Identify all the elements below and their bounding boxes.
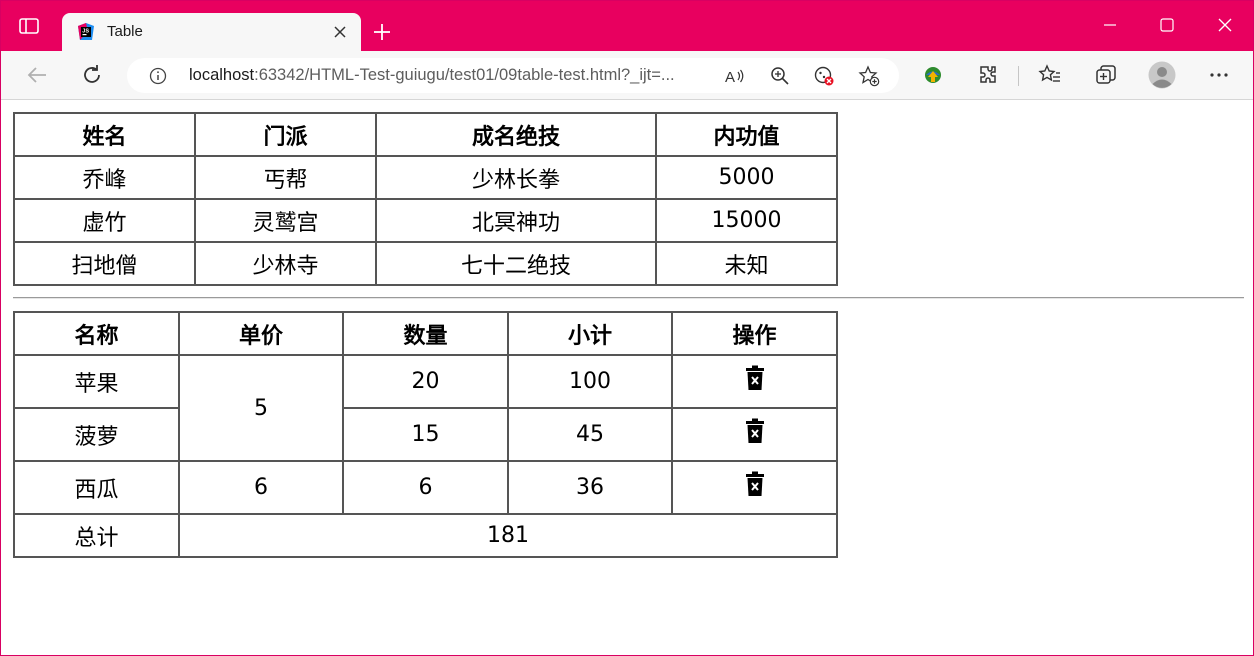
table-cell: 北冥神功 (376, 199, 656, 242)
header-cell: 门派 (195, 113, 376, 156)
delete-cell (672, 408, 837, 461)
table-row: 乔峰 丐帮 少林长拳 5000 (14, 156, 837, 199)
item-quantity: 20 (343, 355, 508, 408)
header-cell: 操作 (672, 312, 837, 355)
header-cell: 数量 (343, 312, 508, 355)
table-row: 苹果 5 20 100 (14, 355, 837, 461)
wuxia-table: 姓名 门派 成名绝技 内功值 乔峰 丐帮 少林长拳 5000 虚竹 灵鹫宫 北冥… (13, 112, 838, 286)
table-cell: 虚竹 (14, 199, 195, 242)
info-icon[interactable] (149, 67, 167, 85)
address-toolbar: localhost:63342/HTML-Test-guiugu/test01/… (1, 51, 1253, 100)
read-aloud-icon[interactable]: A (724, 65, 746, 87)
table-cell: 少林寺 (195, 242, 376, 285)
tracking-prevention-icon[interactable] (813, 65, 835, 87)
table-cell: 未知 (656, 242, 837, 285)
address-bar[interactable]: localhost:63342/HTML-Test-guiugu/test01/… (127, 58, 899, 93)
item-name: 西瓜 (14, 461, 179, 514)
header-cell: 小计 (508, 312, 672, 355)
delete-cell (672, 461, 837, 514)
table-row: 虚竹 灵鹫宫 北冥神功 15000 (14, 199, 837, 242)
header-cell: 成名绝技 (376, 113, 656, 156)
refresh-icon[interactable] (80, 63, 104, 87)
tab-table[interactable]: JS Table (62, 13, 361, 51)
back-icon[interactable] (25, 63, 49, 87)
table-cell: 灵鹫宫 (195, 199, 376, 242)
horizontal-rule (13, 297, 1244, 299)
close-window-icon[interactable] (1217, 17, 1233, 33)
trash-x-icon[interactable] (745, 471, 765, 497)
collections-icon[interactable] (1094, 63, 1118, 87)
toolbar-separator (1018, 66, 1019, 86)
total-row: 总计 181 (14, 514, 837, 557)
svg-text:JS: JS (82, 29, 89, 35)
unit-price-merged: 5 (179, 355, 343, 461)
zoom-icon[interactable] (769, 65, 791, 87)
fruit-cart-table: 名称 单价 数量 小计 操作 苹果 5 20 100 菠萝 15 45 西瓜 6… (13, 311, 838, 558)
table-cell: 少林长拳 (376, 156, 656, 199)
table-cell: 扫地僧 (14, 242, 195, 285)
favorites-icon[interactable] (1038, 63, 1062, 87)
sidebar-toggle-icon[interactable] (19, 18, 39, 34)
table-row: 菠萝 15 45 (14, 408, 837, 461)
minimize-icon[interactable] (1102, 17, 1118, 33)
url-text: localhost:63342/HTML-Test-guiugu/test01/… (189, 66, 675, 84)
profile-avatar-icon[interactable] (1148, 61, 1176, 89)
delete-cell (672, 355, 837, 408)
header-cell: 姓名 (14, 113, 195, 156)
more-menu-icon[interactable] (1207, 63, 1231, 87)
item-subtotal: 36 (508, 461, 672, 514)
table-cell: 七十二绝技 (376, 242, 656, 285)
item-subtotal: 100 (508, 355, 672, 408)
add-favorite-icon[interactable] (858, 65, 880, 87)
page-content: 姓名 门派 成名绝技 内功值 乔峰 丐帮 少林长拳 5000 虚竹 灵鹫宫 北冥… (1, 101, 1253, 655)
item-quantity: 15 (343, 408, 508, 461)
item-name: 苹果 (14, 355, 179, 408)
svg-text:A: A (725, 69, 735, 86)
table-row: 西瓜 6 6 36 (14, 461, 837, 514)
header-cell: 单价 (179, 312, 343, 355)
item-quantity: 6 (343, 461, 508, 514)
table-header-row: 姓名 门派 成名绝技 内功值 (14, 113, 837, 156)
total-label: 总计 (14, 514, 179, 557)
title-bar: JS Table (1, 1, 1253, 51)
trash-x-icon[interactable] (745, 418, 765, 444)
item-subtotal: 45 (508, 408, 672, 461)
trash-x-icon[interactable] (745, 365, 765, 391)
webstorm-icon: JS (78, 23, 94, 40)
maximize-icon[interactable] (1159, 17, 1175, 33)
item-name: 菠萝 (14, 408, 179, 461)
browser-window: JS Table localhost:63342/HTML-Test-guiug… (0, 0, 1254, 656)
header-cell: 名称 (14, 312, 179, 355)
header-cell: 内功值 (656, 113, 837, 156)
new-tab-icon[interactable] (372, 22, 392, 42)
total-value: 181 (179, 514, 837, 557)
table-cell: 15000 (656, 199, 837, 242)
table-cell: 乔峰 (14, 156, 195, 199)
table-cell: 丐帮 (195, 156, 376, 199)
close-tab-icon[interactable] (333, 25, 347, 39)
tab-title: Table (107, 23, 143, 40)
unit-price: 6 (179, 461, 343, 514)
download-manager-icon[interactable] (921, 63, 945, 87)
extensions-icon[interactable] (976, 63, 1000, 87)
table-cell: 5000 (656, 156, 837, 199)
table-header-row: 名称 单价 数量 小计 操作 (14, 312, 837, 355)
table-row: 扫地僧 少林寺 七十二绝技 未知 (14, 242, 837, 285)
